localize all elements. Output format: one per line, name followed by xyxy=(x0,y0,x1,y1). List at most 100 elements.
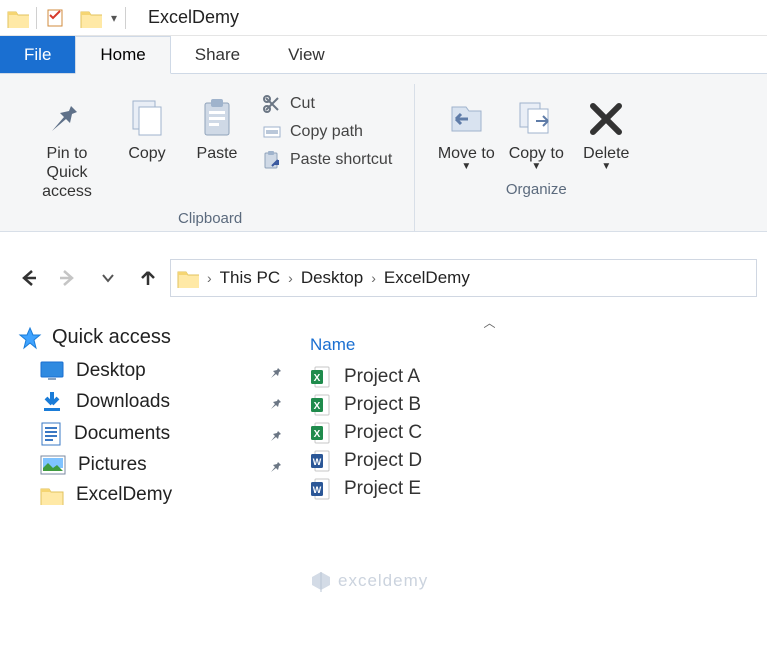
tab-home[interactable]: Home xyxy=(75,36,170,74)
copy-path-icon xyxy=(262,122,282,142)
pin-to-quick-access-button[interactable]: Pin to Quick access xyxy=(22,92,112,206)
folder-icon xyxy=(40,485,64,505)
sort-indicator-icon[interactable]: ︿ xyxy=(302,314,757,331)
sidebar-item-label: ExcelDemy xyxy=(76,484,172,506)
column-header-label: Name xyxy=(310,335,355,355)
paste-shortcut-button[interactable]: Paste shortcut xyxy=(256,148,398,172)
cut-button[interactable]: Cut xyxy=(256,92,398,116)
scissors-icon xyxy=(262,94,282,114)
copy-path-label: Copy path xyxy=(290,123,363,141)
file-list: ︿ Name Project A Project B Project C Pro… xyxy=(290,314,757,516)
cut-label: Cut xyxy=(290,95,315,113)
ribbon-group-clipboard: Pin to Quick access Copy Paste Cut Copy … xyxy=(6,84,415,231)
excel-file-icon xyxy=(310,366,332,388)
documents-icon xyxy=(40,422,62,446)
copy-label: Copy xyxy=(128,144,165,163)
pin-icon xyxy=(268,364,282,378)
file-name: Project B xyxy=(344,394,421,416)
copy-to-icon xyxy=(514,99,558,139)
move-to-button[interactable]: Move to ▼ xyxy=(431,92,501,177)
pin-icon xyxy=(268,458,282,472)
move-to-icon xyxy=(444,99,488,139)
folder-icon xyxy=(177,268,199,288)
copy-path-button[interactable]: Copy path xyxy=(256,120,398,144)
qat-newfolder-icon[interactable] xyxy=(73,0,109,36)
breadcrumb-seg-desktop[interactable]: Desktop xyxy=(301,268,363,288)
watermark: exceldemy xyxy=(310,570,428,592)
explorer-body: Quick access Desktop Downloads Documents… xyxy=(0,306,767,516)
file-item[interactable]: Project C xyxy=(302,419,757,447)
delete-icon xyxy=(587,100,625,138)
ribbon-tabs: File Home Share View xyxy=(0,36,767,74)
pin-icon xyxy=(268,427,282,441)
delete-button[interactable]: Delete ▼ xyxy=(571,92,641,177)
excel-file-icon xyxy=(310,422,332,444)
pin-icon xyxy=(268,395,282,409)
organize-group-label: Organize xyxy=(506,181,567,198)
chevron-right-icon[interactable]: › xyxy=(371,270,376,286)
watermark-logo-icon xyxy=(310,570,332,592)
pictures-icon xyxy=(40,455,66,475)
watermark-text: exceldemy xyxy=(338,571,428,591)
nav-up-button[interactable] xyxy=(130,260,166,296)
ribbon-group-organize: Move to ▼ Copy to ▼ Delete ▼ Organize xyxy=(415,84,657,231)
pin-label: Pin to Quick access xyxy=(24,144,110,202)
file-name: Project D xyxy=(344,450,422,472)
paste-shortcut-icon xyxy=(262,150,282,170)
desktop-icon xyxy=(40,361,64,381)
clipboard-group-label: Clipboard xyxy=(178,210,242,227)
nav-back-button[interactable] xyxy=(10,260,46,296)
downloads-icon xyxy=(40,390,64,414)
breadcrumb[interactable]: › This PC › Desktop › ExcelDemy xyxy=(170,259,757,297)
copy-icon xyxy=(127,97,167,141)
file-item[interactable]: Project E xyxy=(302,475,757,503)
ribbon: Pin to Quick access Copy Paste Cut Copy … xyxy=(0,74,767,232)
qat-dropdown-icon[interactable]: ▾ xyxy=(111,11,117,25)
sidebar-item-label: Desktop xyxy=(76,360,146,382)
paste-icon xyxy=(199,97,235,141)
file-item[interactable]: Project B xyxy=(302,391,757,419)
breadcrumb-seg-thispc[interactable]: This PC xyxy=(220,268,280,288)
word-file-icon xyxy=(310,478,332,500)
sidebar-item-label: Downloads xyxy=(76,391,170,413)
pin-icon xyxy=(46,98,88,140)
chevron-down-icon: ▼ xyxy=(531,161,541,173)
file-item[interactable]: Project A xyxy=(302,363,757,391)
titlebar: ▾ ExcelDemy xyxy=(0,0,767,36)
app-folder-icon xyxy=(0,0,36,36)
sidebar-item-label: Pictures xyxy=(78,454,147,476)
word-file-icon xyxy=(310,450,332,472)
tab-share[interactable]: Share xyxy=(171,36,264,73)
chevron-right-icon[interactable]: › xyxy=(288,270,293,286)
paste-shortcut-label: Paste shortcut xyxy=(290,151,392,169)
tab-view[interactable]: View xyxy=(264,36,349,73)
qat-properties-icon[interactable] xyxy=(37,0,73,36)
sidebar-item-desktop[interactable]: Desktop xyxy=(14,356,286,386)
star-icon xyxy=(18,326,42,350)
sidebar-item-downloads[interactable]: Downloads xyxy=(14,386,286,418)
nav-recent-dropdown[interactable] xyxy=(90,260,126,296)
breadcrumb-seg-current[interactable]: ExcelDemy xyxy=(384,268,470,288)
excel-file-icon xyxy=(310,394,332,416)
tab-file[interactable]: File xyxy=(0,36,75,73)
copy-button[interactable]: Copy xyxy=(112,92,182,167)
column-header-name[interactable]: Name xyxy=(302,331,757,363)
file-name: Project E xyxy=(344,478,421,500)
chevron-down-icon: ▼ xyxy=(461,161,471,173)
sidebar-item-exceldemy[interactable]: ExcelDemy xyxy=(14,480,286,510)
sidebar-item-documents[interactable]: Documents xyxy=(14,418,286,450)
file-name: Project C xyxy=(344,422,422,444)
copy-to-button[interactable]: Copy to ▼ xyxy=(501,92,571,177)
address-bar: › This PC › Desktop › ExcelDemy xyxy=(0,250,767,306)
quick-access-header[interactable]: Quick access xyxy=(14,320,286,356)
nav-forward-button[interactable] xyxy=(50,260,86,296)
separator xyxy=(125,7,126,29)
file-item[interactable]: Project D xyxy=(302,447,757,475)
paste-button[interactable]: Paste xyxy=(182,92,252,167)
sidebar-item-pictures[interactable]: Pictures xyxy=(14,450,286,480)
file-name: Project A xyxy=(344,366,420,388)
chevron-right-icon[interactable]: › xyxy=(207,270,212,286)
sidebar-item-label: Documents xyxy=(74,423,170,445)
navigation-pane: Quick access Desktop Downloads Documents… xyxy=(10,314,290,516)
quick-access-label: Quick access xyxy=(52,326,171,349)
